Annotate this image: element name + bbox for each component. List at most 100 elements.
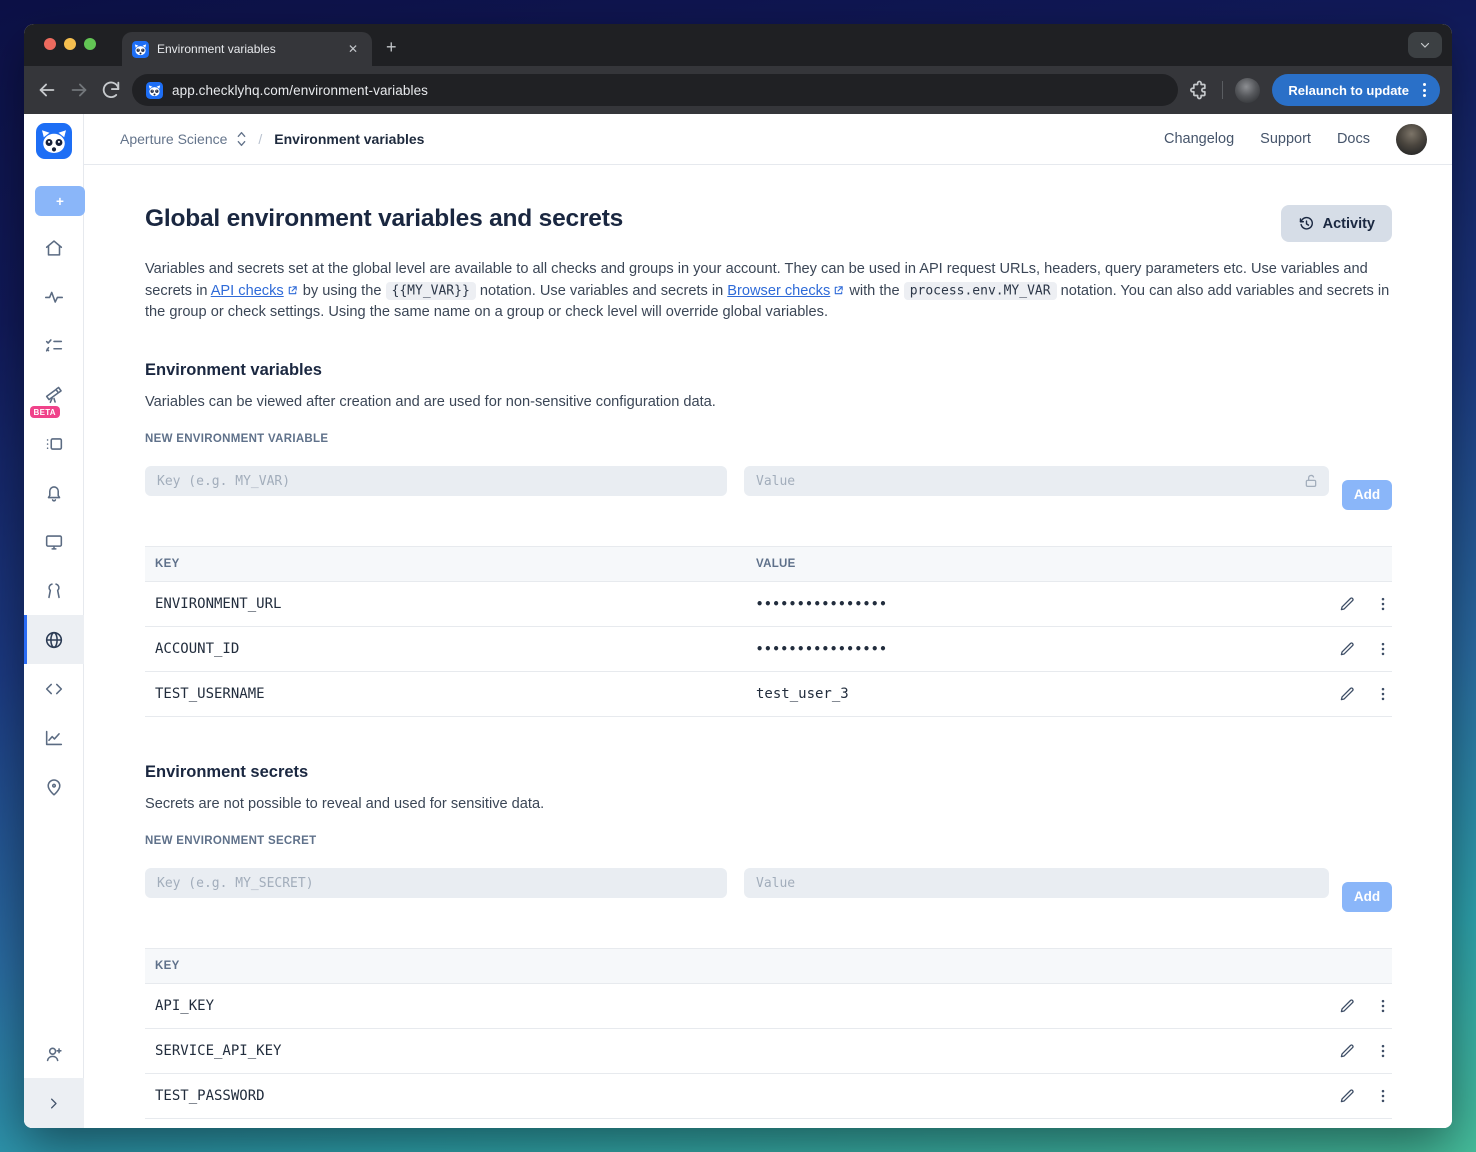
reload-icon[interactable]: [100, 79, 122, 101]
env-secret-key: SERVICE_API_KEY: [145, 1028, 1328, 1074]
kebab-menu-icon[interactable]: [1374, 595, 1392, 613]
env-var-key-input[interactable]: [145, 466, 727, 496]
tab-search-button[interactable]: [1408, 32, 1442, 58]
edit-pencil-icon[interactable]: [1338, 1042, 1356, 1060]
code-my-var: {{MY_VAR}}: [385, 282, 476, 300]
table-row: TEST_USERNAME test_user_3: [145, 671, 1392, 717]
env-secrets-heading: Environment secrets: [145, 762, 309, 781]
checklist-icon: [45, 338, 62, 352]
tab-close-icon[interactable]: ✕: [344, 40, 362, 58]
chevron-right-icon: [51, 1098, 57, 1108]
kebab-menu-icon[interactable]: [1374, 1087, 1392, 1105]
env-var-value: test_user_3: [746, 671, 1328, 717]
kebab-menu-icon[interactable]: [1374, 685, 1392, 703]
table-row: SERVICE_API_KEY: [145, 1028, 1392, 1074]
browser-profile-avatar[interactable]: [1235, 77, 1261, 103]
sidebar-item-private-locations[interactable]: [24, 762, 84, 811]
list-detail-icon: [46, 437, 62, 450]
forward-icon[interactable]: [68, 79, 90, 101]
breadcrumb-separator: /: [258, 131, 263, 147]
sidebar-item-environment-variables[interactable]: [24, 615, 84, 664]
env-var-add-button[interactable]: Add: [1342, 479, 1392, 510]
browser-checks-link[interactable]: Browser checks: [727, 283, 830, 299]
sidebar-item-home[interactable]: [24, 223, 84, 272]
edit-pencil-icon[interactable]: [1338, 640, 1356, 658]
edit-pencil-icon[interactable]: [1338, 595, 1356, 613]
create-check-button[interactable]: +: [35, 186, 85, 216]
table-row: TEST_PASSWORD: [145, 1073, 1392, 1119]
env-secrets-description: Secrets are not possible to reveal and u…: [145, 795, 545, 812]
table-row: ENVIRONMENT_URL ••••••••••••••••: [145, 581, 1392, 627]
edit-pencil-icon[interactable]: [1338, 997, 1356, 1015]
minimize-window-button[interactable]: [64, 38, 76, 50]
changelog-link[interactable]: Changelog: [1164, 131, 1234, 147]
address-bar[interactable]: app.checklyhq.com/environment-variables: [132, 74, 1179, 106]
api-checks-link[interactable]: API checks: [211, 283, 284, 299]
sidebar-item-alerts[interactable]: [24, 468, 84, 517]
external-link-icon: [835, 285, 843, 294]
pulse-icon: [44, 291, 63, 303]
wrench-icon: [47, 582, 60, 598]
home-icon: [45, 239, 62, 256]
new-env-var-label: NEW ENVIRONMENT VARIABLE: [145, 432, 329, 445]
sidebar-item-explore-beta[interactable]: BETA: [24, 370, 84, 419]
page-content: Global environment variables and secrets…: [84, 165, 1452, 1128]
env-secret-key-input[interactable]: [145, 868, 727, 898]
maximize-window-button[interactable]: [84, 38, 96, 50]
sidebar-item-invite-user[interactable]: [24, 1029, 84, 1078]
sidebar-item-dashboards[interactable]: [24, 517, 84, 566]
extensions-icon[interactable]: [1188, 79, 1210, 101]
browser-tab-active[interactable]: Environment variables ✕: [122, 32, 372, 66]
support-link[interactable]: Support: [1260, 131, 1311, 147]
sidebar-collapse-toggle[interactable]: [24, 1078, 84, 1128]
sidebar-item-snippets[interactable]: [24, 664, 84, 713]
user-plus-icon: [46, 1047, 62, 1061]
unlock-icon[interactable]: [1303, 473, 1319, 489]
browser-toolbar: app.checklyhq.com/environment-variables …: [24, 66, 1452, 114]
telescope-icon: [45, 386, 62, 403]
checkly-favicon: [146, 81, 163, 99]
checkly-logo[interactable]: [35, 123, 72, 159]
back-icon[interactable]: [36, 79, 58, 101]
relaunch-button[interactable]: Relaunch to update: [1272, 74, 1440, 106]
browser-menu-icon[interactable]: [1417, 83, 1432, 97]
kebab-menu-icon[interactable]: [1374, 1042, 1392, 1060]
sidebar-item-test-sessions[interactable]: [24, 419, 84, 468]
env-secret-add-button[interactable]: Add: [1342, 881, 1392, 912]
env-vars-col-value: VALUE: [756, 557, 796, 570]
chevron-down-icon: [1420, 42, 1430, 48]
new-tab-button[interactable]: +: [386, 37, 397, 66]
close-window-button[interactable]: [44, 38, 56, 50]
history-icon: [1299, 216, 1313, 230]
org-switcher-icon[interactable]: [235, 130, 248, 148]
env-var-key: ENVIRONMENT_URL: [145, 581, 746, 627]
code-icon: [45, 683, 62, 694]
window-controls[interactable]: [44, 38, 96, 50]
env-var-value-masked: ••••••••••••••••: [746, 581, 1328, 627]
env-vars-description: Variables can be viewed after creation a…: [145, 393, 716, 410]
env-var-value-input[interactable]: [744, 466, 1329, 496]
env-vars-table: KEY VALUE ENVIRONMENT_URL ••••••••••••••…: [145, 546, 1392, 717]
breadcrumb-org[interactable]: Aperture Science: [120, 131, 227, 147]
tab-title: Environment variables: [157, 42, 276, 56]
edit-pencil-icon[interactable]: [1338, 685, 1356, 703]
kebab-menu-icon[interactable]: [1374, 997, 1392, 1015]
env-vars-heading: Environment variables: [145, 360, 322, 379]
sidebar-item-checks[interactable]: [24, 321, 84, 370]
edit-pencil-icon[interactable]: [1338, 1087, 1356, 1105]
sidebar-item-monitoring[interactable]: [24, 272, 84, 321]
env-secrets-table: KEY API_KEY SERVICE_API_KEY TEST_PASSWOR…: [145, 948, 1392, 1119]
activity-button[interactable]: Activity: [1280, 205, 1392, 242]
docs-link[interactable]: Docs: [1337, 131, 1370, 147]
page-title: Global environment variables and secrets: [145, 205, 624, 232]
location-pin-icon: [46, 778, 61, 796]
chart-icon: [45, 730, 62, 745]
sidebar: + BETA: [24, 114, 85, 1128]
bell-icon: [47, 485, 60, 502]
sidebar-item-analytics[interactable]: [24, 713, 84, 762]
sidebar-item-maintenance[interactable]: [24, 566, 84, 615]
user-avatar[interactable]: [1396, 123, 1427, 155]
env-secret-value-input[interactable]: [744, 868, 1329, 898]
breadcrumb-current: Environment variables: [274, 131, 425, 147]
kebab-menu-icon[interactable]: [1374, 640, 1392, 658]
